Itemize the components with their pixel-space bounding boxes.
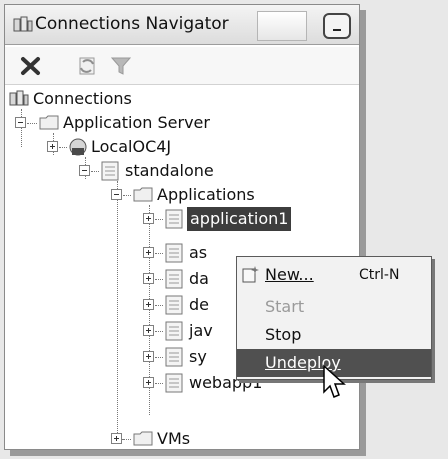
connections-icon xyxy=(13,16,33,32)
menu-item-stop[interactable]: Stop xyxy=(237,321,431,349)
document-icon xyxy=(165,243,183,263)
menu-label: New... xyxy=(265,265,314,284)
document-icon xyxy=(165,347,183,367)
expand-icon[interactable] xyxy=(111,433,122,444)
new-icon xyxy=(242,266,259,283)
tree-label: Applications xyxy=(157,185,255,204)
folder-icon xyxy=(133,431,153,446)
document-icon xyxy=(101,161,119,181)
document-icon xyxy=(165,269,183,289)
tree-label: Application Server xyxy=(63,113,210,132)
expand-icon[interactable] xyxy=(143,351,154,362)
refresh-icon xyxy=(79,57,95,75)
expand-icon[interactable] xyxy=(143,299,154,310)
x-icon xyxy=(21,57,40,75)
document-icon xyxy=(165,209,183,229)
collapse-icon[interactable] xyxy=(111,189,122,200)
tree-label: sy xyxy=(189,347,207,366)
menu-item-start[interactable]: Start xyxy=(237,293,431,321)
tree-label: da xyxy=(189,269,209,288)
context-menu: New... Ctrl-N Start Stop Undeploy xyxy=(236,256,432,380)
server-instance-icon xyxy=(69,138,87,156)
expand-icon[interactable] xyxy=(143,273,154,284)
document-icon xyxy=(165,321,183,341)
menu-item-new[interactable]: New... Ctrl-N xyxy=(237,261,431,289)
delete-button[interactable] xyxy=(17,52,45,80)
refresh-button[interactable] xyxy=(73,52,101,80)
tree-label: application1 xyxy=(187,207,292,231)
collapse-icon[interactable] xyxy=(15,117,26,128)
panel-tab-spacer[interactable] xyxy=(257,11,307,41)
connections-navigator-panel: Connections Navigator Connections Applic… xyxy=(4,4,360,450)
menu-label: Start xyxy=(265,297,305,316)
folder-icon xyxy=(39,115,59,130)
expand-icon[interactable] xyxy=(143,377,154,388)
expand-icon[interactable] xyxy=(143,213,154,224)
expand-icon[interactable] xyxy=(143,247,154,258)
connections-icon xyxy=(9,90,29,106)
tree-label: as xyxy=(189,243,208,262)
filter-button[interactable] xyxy=(107,52,135,80)
minimize-button[interactable] xyxy=(323,13,351,39)
filter-icon xyxy=(110,57,132,75)
panel-titlebar: Connections Navigator xyxy=(5,5,359,45)
tree-label: de xyxy=(189,295,209,314)
folder-icon xyxy=(133,187,153,202)
document-icon xyxy=(165,295,183,315)
panel-title: Connections Navigator xyxy=(35,14,229,34)
collapse-icon[interactable] xyxy=(79,165,90,176)
tree-label: standalone xyxy=(125,161,214,180)
menu-shortcut: Ctrl-N xyxy=(359,267,400,283)
tree-label: LocalOC4J xyxy=(91,137,172,156)
expand-icon[interactable] xyxy=(47,141,58,152)
tree-label: jav xyxy=(189,321,213,340)
mouse-pointer-icon xyxy=(323,364,346,398)
document-icon xyxy=(165,373,183,393)
tree-label: Connections xyxy=(33,89,132,108)
menu-label: Stop xyxy=(265,325,302,344)
toolbar xyxy=(5,47,359,85)
tree-label: VMs xyxy=(157,429,191,448)
expand-icon[interactable] xyxy=(143,325,154,336)
